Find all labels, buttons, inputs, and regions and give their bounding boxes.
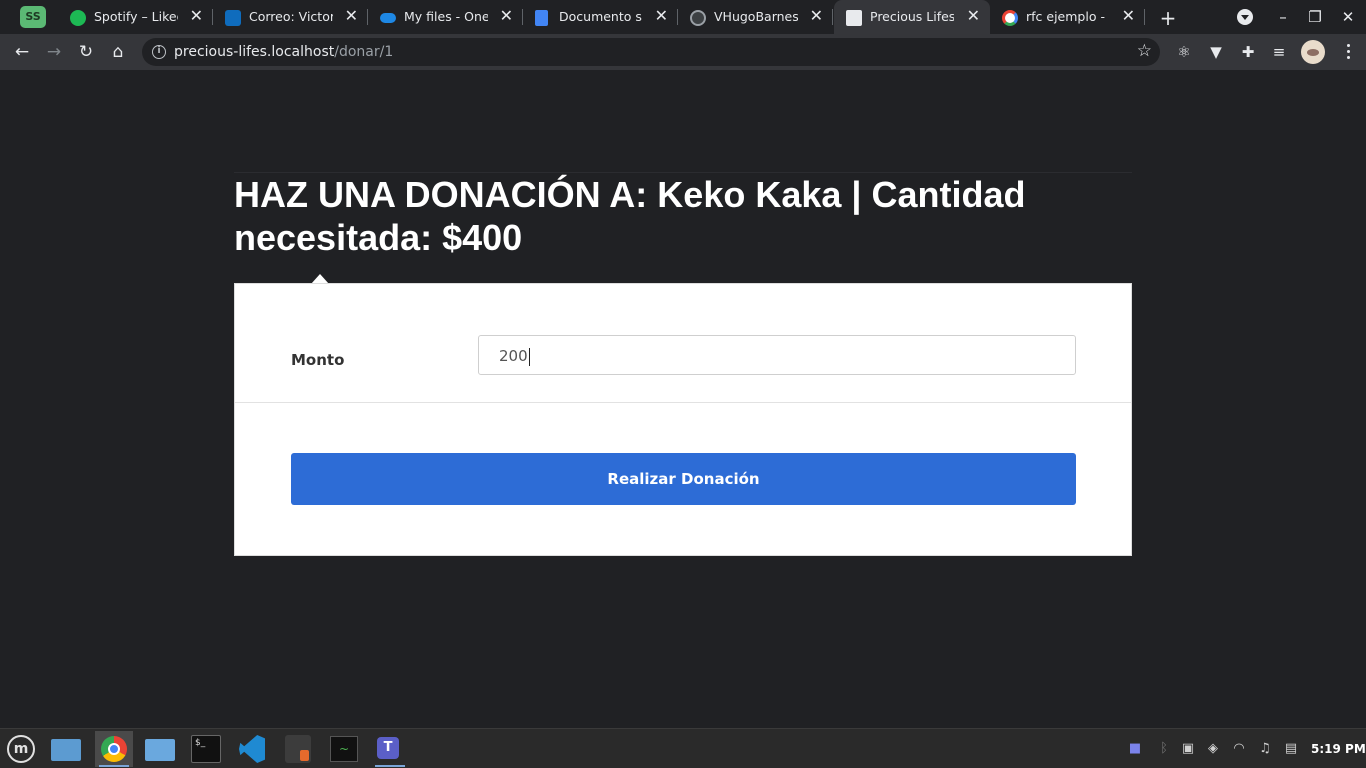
text-caret — [528, 347, 530, 366]
calculator-icon[interactable] — [279, 731, 317, 767]
terminal-glyph: $_ — [191, 735, 221, 763]
vscode-icon[interactable] — [233, 731, 271, 767]
music-note-icon[interactable]: ♫ — [1256, 741, 1274, 757]
media-icon[interactable]: ≡ — [1269, 42, 1289, 62]
site-info-icon[interactable]: i — [152, 45, 166, 59]
new-tab-button[interactable]: + — [1158, 6, 1178, 30]
page-title: HAZ UNA DONACIÓN A: Keko Kaka | Cantidad… — [234, 172, 1132, 284]
battery-icon[interactable]: ▤ — [1282, 741, 1300, 757]
url-path: /donar/1 — [334, 44, 394, 60]
reload-button[interactable]: ↻ — [76, 42, 96, 62]
profile-avatar[interactable] — [1301, 40, 1325, 64]
wifi-icon[interactable]: ◠ — [1230, 741, 1248, 757]
profile-chip[interactable]: SS — [20, 6, 46, 28]
teams-icon[interactable]: T — [371, 731, 409, 767]
mint-menu-icon[interactable]: m — [2, 731, 40, 767]
form-divider — [235, 402, 1131, 403]
tab-google-docs[interactable]: Documento sin título ✕ — [523, 0, 678, 34]
close-window-button[interactable]: ✕ — [1339, 8, 1357, 26]
spotify-icon — [70, 10, 86, 26]
tab-onedrive[interactable]: My files - OneDrive ✕ — [368, 0, 523, 34]
bookmark-star-icon[interactable]: ☆ — [1137, 41, 1152, 61]
system-monitor-icon[interactable]: ~ — [325, 731, 363, 767]
tab-title: Documento sin título — [559, 9, 643, 24]
tab-title: My files - OneDrive — [404, 9, 488, 24]
taskbar: m $_ ~ T ■ ᛒ ▣ ◈ ◠ ♫ ▤ 5:19 PM — [0, 728, 1366, 768]
teams-tray-icon[interactable]: ■ — [1126, 741, 1144, 757]
google-icon — [1002, 10, 1018, 26]
close-tab-icon[interactable]: ✕ — [345, 8, 358, 24]
docs-icon — [535, 10, 548, 26]
puzzle-icon[interactable]: ✚ — [1238, 42, 1258, 62]
tab-separator — [832, 9, 833, 25]
close-tab-icon[interactable]: ✕ — [500, 8, 513, 24]
close-tab-icon[interactable]: ✕ — [967, 8, 980, 24]
close-tab-icon[interactable]: ✕ — [190, 8, 203, 24]
monto-input[interactable]: 200 — [478, 335, 1076, 375]
tab-separator — [1144, 9, 1145, 25]
tab-search-icon[interactable] — [1237, 9, 1253, 25]
forward-button[interactable]: → — [44, 42, 64, 62]
tab-title: Spotify – Liked Songs — [94, 9, 178, 24]
tab-outlook[interactable]: Correo: Victor H ✕ — [213, 0, 368, 34]
folder-icon[interactable] — [47, 731, 85, 767]
address-bar[interactable]: i precious-lifes.localhost/donar/1 ☆ — [142, 38, 1160, 66]
github-icon — [690, 10, 706, 26]
chrome-icon[interactable] — [95, 731, 133, 767]
close-tab-icon[interactable]: ✕ — [1122, 8, 1135, 24]
donation-form: Monto 200 Realizar Donación — [234, 283, 1132, 556]
home-button[interactable]: ⌂ — [108, 42, 128, 62]
vue-icon[interactable]: ▼ — [1206, 42, 1226, 62]
tab-title: Precious Lifes — [870, 9, 954, 24]
tab-precious-lifes[interactable]: Precious Lifes ✕ — [834, 0, 990, 34]
shield-icon[interactable]: ◈ — [1204, 741, 1222, 757]
submit-donation-button[interactable]: Realizar Donación — [291, 453, 1076, 505]
tab-title: Correo: Victor H — [249, 9, 333, 24]
more-menu-icon[interactable] — [1340, 42, 1356, 62]
tab-google-search[interactable]: rfc ejemplo - Buscar ✕ — [990, 0, 1145, 34]
files-icon[interactable] — [141, 731, 179, 767]
clipboard-icon[interactable]: ▣ — [1179, 741, 1197, 757]
close-tab-icon[interactable]: ✕ — [655, 8, 668, 24]
clock[interactable]: 5:19 PM — [1311, 741, 1366, 757]
url-host: precious-lifes.localhost — [174, 44, 335, 60]
tab-title: VHugoBarnes ( — [714, 9, 798, 24]
tab-spotify[interactable]: Spotify – Liked Songs ✕ — [58, 0, 213, 34]
paw-icon — [846, 10, 862, 26]
minimize-button[interactable]: – — [1274, 8, 1292, 26]
url-text[interactable]: precious-lifes.localhost/donar/1 — [174, 44, 393, 60]
monto-label: Monto — [291, 351, 345, 369]
monto-value: 200 — [499, 347, 528, 365]
restore-button[interactable]: ❐ — [1306, 8, 1324, 26]
react-icon[interactable]: ⚛ — [1174, 42, 1194, 62]
tab-strip: SS Spotify – Liked Songs ✕ Correo: Victo… — [0, 0, 1366, 34]
tab-title: rfc ejemplo - Buscar — [1026, 9, 1110, 24]
tab-github[interactable]: VHugoBarnes ( ✕ — [678, 0, 833, 34]
terminal-icon[interactable]: $_ — [187, 731, 225, 767]
bluetooth-icon[interactable]: ᛒ — [1155, 741, 1173, 757]
back-button[interactable]: ← — [12, 42, 32, 62]
close-tab-icon[interactable]: ✕ — [810, 8, 823, 24]
browser-toolbar: ← → ↻ ⌂ i precious-lifes.localhost/donar… — [0, 34, 1366, 70]
onedrive-icon — [380, 13, 396, 23]
outlook-icon — [225, 10, 241, 26]
